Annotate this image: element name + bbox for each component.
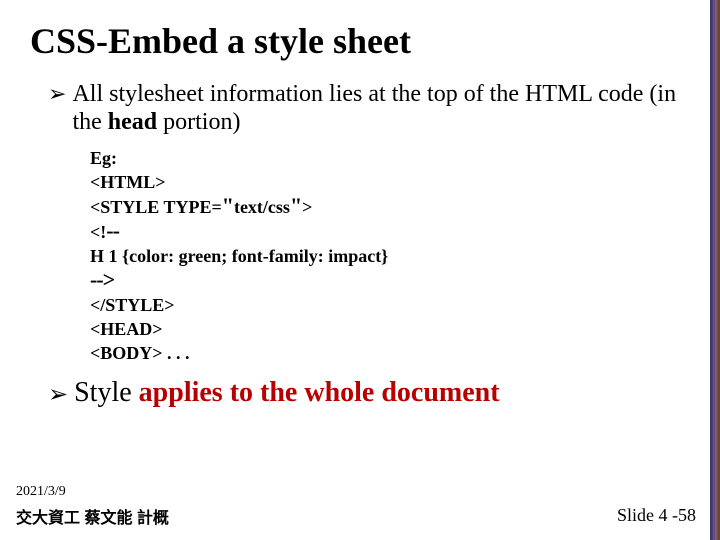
code-line-2: <HTML> [90, 170, 700, 194]
footer-author: 交大資工 蔡文能 計概 [16, 504, 700, 528]
code-line-7: </STYLE> [90, 293, 700, 317]
code-line-5: H 1 {color: green; font-family: impact} [90, 244, 700, 268]
slide-number: Slide 4 -58 [617, 505, 696, 526]
code-line-1: Eg: [90, 146, 700, 170]
code-l3c: > [302, 197, 312, 217]
bullet-1-post: portion) [157, 109, 240, 135]
bullet-2-text: Style applies to the whole document [74, 379, 499, 407]
code-line-3: <STYLE TYPE="text/css"> [90, 194, 700, 219]
quote-open: " [222, 193, 234, 218]
code-line-4: <!-- [90, 219, 700, 244]
decorative-stripe [710, 0, 720, 540]
code-l4b: -- [106, 218, 119, 243]
arrow-icon: ➢ [48, 80, 66, 108]
bullet-1: ➢ All stylesheet information lies at the… [48, 80, 700, 136]
quote-close: " [290, 193, 302, 218]
arrow-icon: ➢ [48, 379, 68, 411]
code-line-8: <HEAD> [90, 317, 700, 341]
code-l4a: <! [90, 222, 106, 242]
footer-date: 2021/3/9 [16, 484, 700, 500]
bullet-1-bold: head [108, 109, 157, 135]
code-line-6: --> [90, 268, 700, 293]
bullet-2-pre: Style [74, 377, 139, 408]
code-l6: --> [90, 267, 114, 292]
bullet-1-text: All stylesheet information lies at the t… [72, 80, 700, 136]
slide-content: CSS-Embed a style sheet ➢ All stylesheet… [30, 20, 700, 421]
bullet-2-bold: applies to the whole document [139, 377, 500, 408]
code-line-9: <BODY> . . . [90, 341, 700, 365]
footer: 2021/3/9 交大資工 蔡文能 計概 [16, 484, 700, 528]
bullet-2: ➢ Style applies to the whole document [48, 379, 700, 411]
code-l3a: <STYLE TYPE= [90, 197, 222, 217]
slide-title: CSS-Embed a style sheet [30, 20, 700, 62]
code-example: Eg: <HTML> <STYLE TYPE="text/css"> <!-- … [90, 146, 700, 365]
code-l3b: text/css [234, 197, 290, 217]
